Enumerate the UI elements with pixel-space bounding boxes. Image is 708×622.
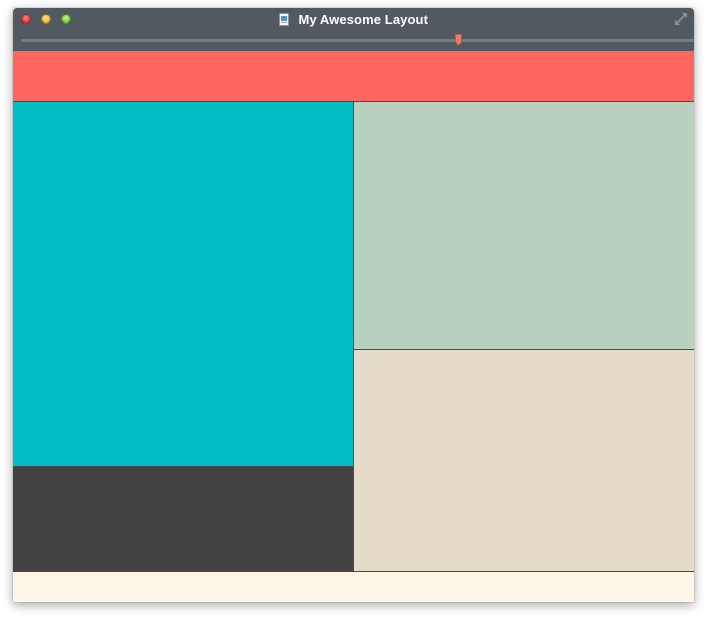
fullscreen-icon[interactable] [674,12,688,26]
left-top-panel [13,102,354,467]
header-panel [13,51,694,102]
right-top-panel [354,102,694,350]
slider-thumb[interactable] [454,34,462,46]
right-bottom-panel [354,350,694,572]
footer-panel [13,572,694,602]
window-title-group: My Awesome Layout [13,11,694,29]
slider-track[interactable] [21,39,694,42]
document-icon[interactable] [278,13,289,27]
window-title: My Awesome Layout [298,12,429,28]
title-bar[interactable]: My Awesome Layout [13,8,694,51]
app-window: My Awesome Layout [13,8,694,602]
left-bottom-panel [13,467,354,572]
